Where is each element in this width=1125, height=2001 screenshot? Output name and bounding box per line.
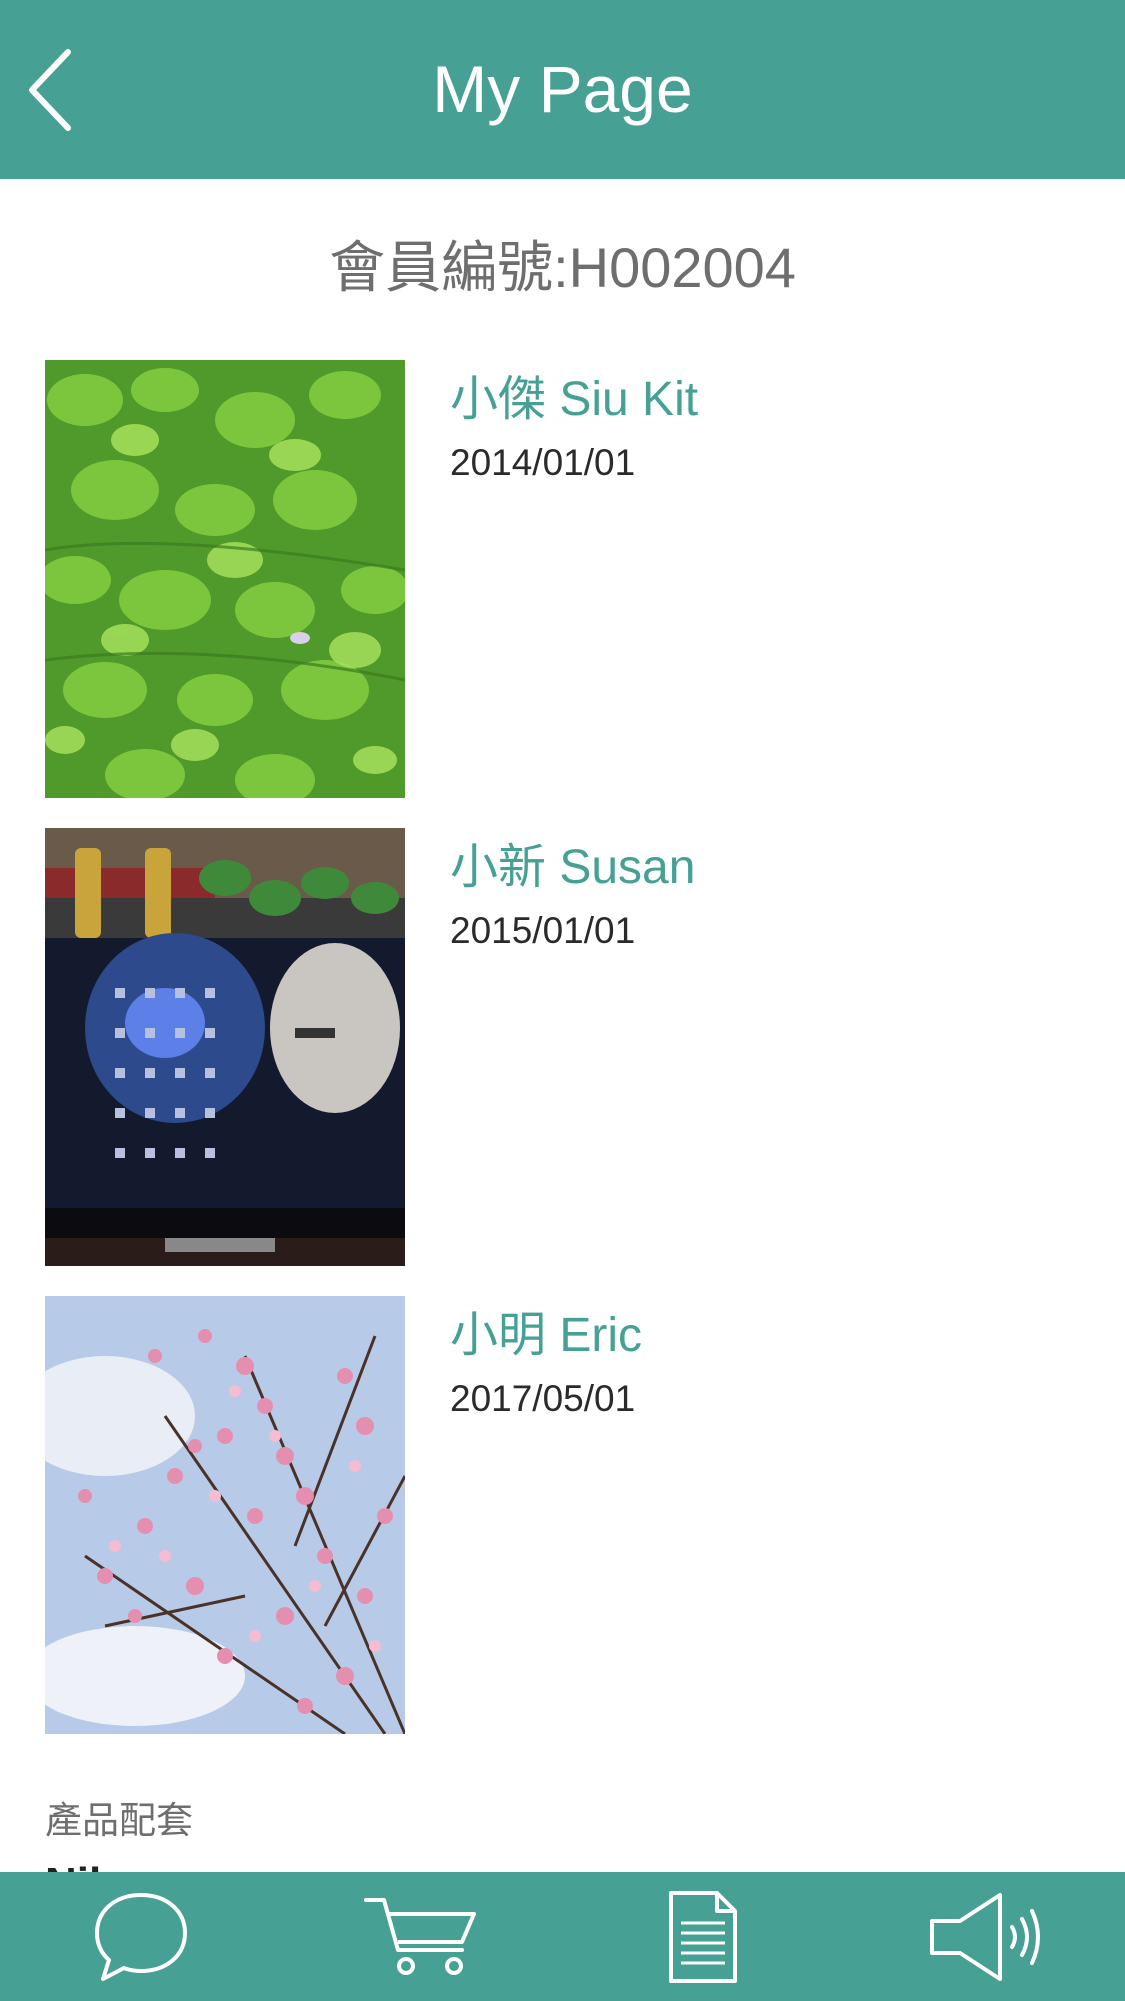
- profile-name: 小新 Susan: [450, 841, 696, 894]
- profile-card[interactable]: 小明 Eric 2017/05/01: [45, 1296, 1085, 1734]
- tab-chat[interactable]: [0, 1872, 281, 2001]
- products-label: 產品配套: [45, 1800, 193, 1841]
- cart-icon: [363, 1897, 476, 1975]
- profile-date: 2015/01/01: [450, 910, 636, 951]
- document-icon: [668, 1890, 737, 1983]
- profile-name: 小傑 Siu Kit: [450, 373, 699, 426]
- megaphone-icon: [929, 1892, 1040, 1981]
- tab-documents[interactable]: [562, 1872, 843, 2001]
- tab-announcements[interactable]: [843, 1872, 1124, 2001]
- top-navigation-bar: My Page: [0, 0, 1125, 179]
- page-title: My Page: [432, 52, 693, 126]
- member-id-label: 會員編號:H002004: [329, 236, 796, 299]
- tab-cart[interactable]: [281, 1872, 562, 2001]
- profile-date: 2017/05/01: [450, 1378, 636, 1419]
- pink-blossoms-photo: [45, 1296, 405, 1734]
- bottom-navigation-bar: [0, 1872, 1125, 2001]
- profile-date: 2014/01/01: [450, 442, 636, 483]
- desk-monitor-photo: [45, 828, 405, 1266]
- chat-bubble-icon: [94, 1892, 187, 1981]
- green-leaves-photo: [45, 360, 405, 798]
- profile-card[interactable]: 小傑 Siu Kit 2014/01/01: [45, 360, 1085, 798]
- profile-card[interactable]: 小新 Susan 2015/01/01: [45, 828, 1085, 1266]
- profile-name: 小明 Eric: [450, 1309, 643, 1362]
